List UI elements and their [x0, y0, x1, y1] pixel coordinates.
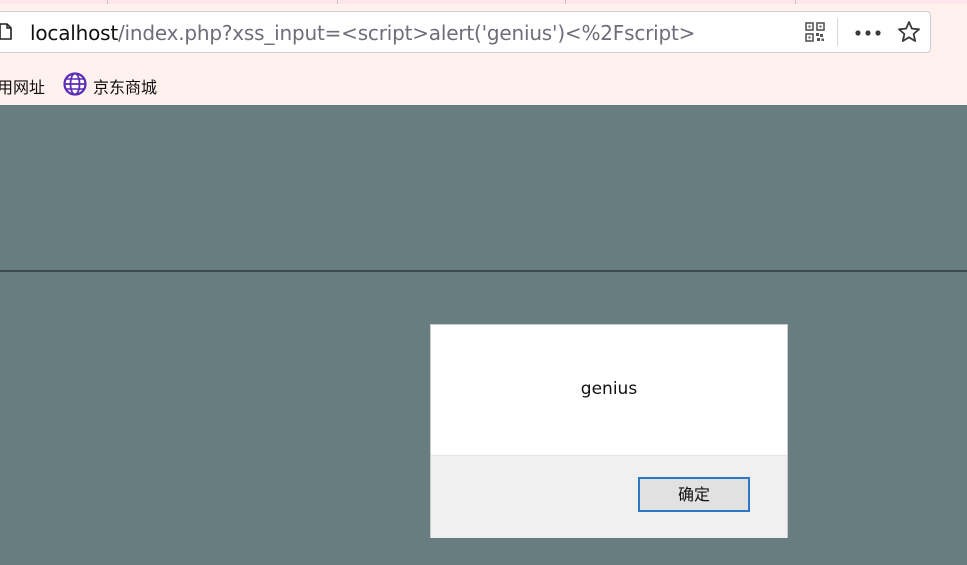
- alert-dialog: genius 确定: [430, 324, 788, 538]
- alert-footer: 确定: [431, 455, 787, 538]
- alert-message: genius: [580, 379, 638, 399]
- page-horizontal-rule: [0, 270, 967, 272]
- browser-toolbar: localhost/index.php?xss_input=<script>al…: [0, 4, 967, 105]
- page-icon: [0, 23, 12, 40]
- more-icon[interactable]: [855, 30, 881, 36]
- bookmark-item[interactable]: 用网址: [0, 74, 45, 98]
- address-bar[interactable]: localhost/index.php?xss_input=<script>al…: [0, 11, 931, 53]
- url-text[interactable]: localhost/index.php?xss_input=<script>al…: [30, 21, 695, 45]
- qr-code-icon[interactable]: [805, 22, 825, 42]
- toolbar-divider: [837, 18, 838, 46]
- url-host: localhost: [30, 21, 118, 45]
- ok-button[interactable]: 确定: [638, 477, 750, 512]
- url-path: /index.php?xss_input=<script>alert('geni…: [117, 21, 696, 45]
- globe-icon: [63, 72, 87, 96]
- star-icon[interactable]: [897, 20, 921, 44]
- bookmark-item[interactable]: 京东商城: [93, 74, 157, 98]
- bookmarks-bar: 用网址 京东商城: [0, 64, 967, 104]
